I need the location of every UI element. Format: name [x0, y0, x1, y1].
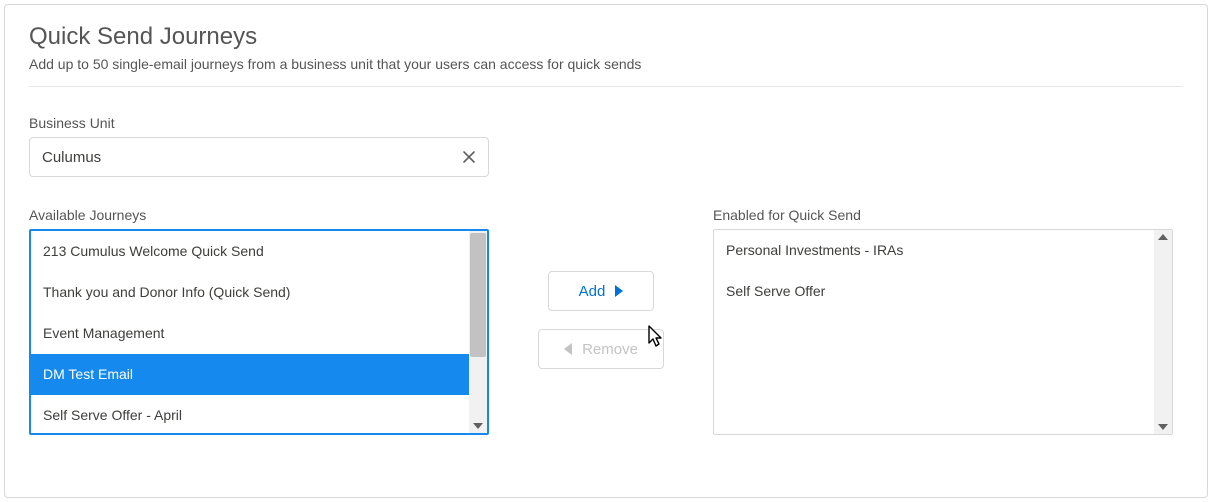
scroll-up-icon[interactable]	[1154, 230, 1172, 244]
list-item[interactable]: Self Serve Offer	[714, 271, 1154, 312]
page-subtitle: Add up to 50 single-email journeys from …	[29, 56, 1183, 72]
list-item[interactable]: Personal Investments - IRAs	[714, 230, 1154, 271]
clear-icon[interactable]	[455, 143, 483, 171]
enabled-quick-send-label: Enabled for Quick Send	[713, 207, 1173, 223]
business-unit-input[interactable]	[29, 137, 489, 177]
available-journeys-listbox[interactable]: 213 Cumulus Welcome Quick Send Thank you…	[29, 229, 489, 435]
business-unit-label: Business Unit	[29, 115, 1183, 131]
chevron-left-icon	[564, 343, 572, 355]
business-unit-field	[29, 137, 489, 177]
page-title: Quick Send Journeys	[29, 21, 1183, 52]
list-item[interactable]: Self Serve Offer - April	[31, 395, 469, 433]
remove-button-label: Remove	[582, 341, 638, 358]
scroll-down-icon[interactable]	[1154, 420, 1172, 434]
divider	[29, 86, 1183, 87]
list-item[interactable]: Event Management	[31, 313, 469, 354]
add-button[interactable]: Add	[548, 271, 654, 311]
list-item[interactable]: DM Test Email	[31, 354, 469, 395]
scrollbar-track[interactable]	[469, 231, 487, 433]
enabled-quick-send-listbox[interactable]: Personal Investments - IRAs Self Serve O…	[713, 229, 1173, 435]
scrollbar-thumb[interactable]	[470, 233, 486, 357]
available-journeys-label: Available Journeys	[29, 207, 489, 223]
list-item[interactable]: Thank you and Donor Info (Quick Send)	[31, 272, 469, 313]
scrollbar-track[interactable]	[1154, 230, 1172, 434]
remove-button[interactable]: Remove	[538, 329, 664, 369]
chevron-right-icon	[615, 285, 623, 297]
quick-send-journeys-panel: Quick Send Journeys Add up to 50 single-…	[4, 4, 1208, 498]
add-button-label: Add	[579, 283, 606, 300]
scroll-down-icon[interactable]	[469, 419, 487, 433]
list-item[interactable]: 213 Cumulus Welcome Quick Send	[31, 231, 469, 272]
